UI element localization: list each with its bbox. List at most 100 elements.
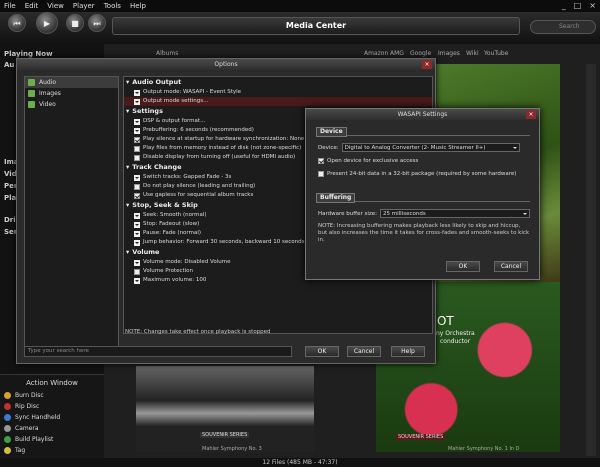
buffer-row: Hardware buffer size: 25 milliseconds [318,209,530,218]
collapse-icon[interactable]: ▾ [126,106,129,117]
tab-youtube[interactable]: YouTube [484,50,508,57]
setting-checkbox[interactable] [134,183,140,190]
stop-icon[interactable]: ■ [66,14,84,32]
close-icon[interactable]: × [589,0,596,12]
album-series-label: SOUVENIR SERIES [200,432,250,438]
setting-checkbox[interactable] [134,154,140,161]
app-title: Media Center [112,17,520,35]
dropdown-icon[interactable] [134,277,140,284]
maximize-icon[interactable]: □ [574,0,582,12]
window-controls: _ □ × [562,0,596,12]
nav-audio[interactable]: Au [4,61,14,69]
setting-checkbox[interactable] [134,136,140,143]
dropdown-icon[interactable] [134,221,140,228]
collapse-icon[interactable]: ▾ [126,162,129,173]
dropdown-icon[interactable] [134,127,140,134]
next-icon[interactable]: ⏭ [88,14,106,32]
device-select[interactable]: Digital to Analog Converter (2- Music St… [341,143,520,152]
buffering-group: Buffering [316,193,530,203]
ok-button[interactable]: OK [305,346,339,357]
tab-amg[interactable]: AMG [390,50,404,57]
action-tag[interactable]: Tag [0,445,104,456]
wasapi-dialog: WASAPI Settings × Device Device: Digital… [305,108,540,280]
tab-amazon[interactable]: Amazon [364,50,388,57]
options-search-input[interactable]: Type your search here [24,346,292,357]
images-icon [28,90,35,97]
exclusive-checkbox[interactable] [318,158,324,164]
album-cover[interactable]: SOUVENIR SERIES Mahler Symphony No. 3 [136,366,314,452]
action-sync-handheld[interactable]: Sync Handheld [0,412,104,423]
nav-drives[interactable]: Dri [4,216,16,224]
setting-row[interactable]: Output mode: WASAPI - Event Style [124,88,432,97]
device-row: Device: Digital to Analog Converter (2- … [318,143,520,152]
menu-edit[interactable]: Edit [25,0,39,12]
minimize-icon[interactable]: _ [562,0,566,12]
action-burn-disc[interactable]: Burn Disc [0,390,104,401]
tab-wiki[interactable]: Wiki [466,50,479,57]
category-video[interactable]: Video [25,99,118,110]
setting-checkbox[interactable] [134,192,140,199]
close-icon[interactable]: × [422,60,432,69]
action-window-title: Action Window [26,379,78,387]
help-button[interactable]: Help [391,346,425,357]
action-camera[interactable]: Camera [0,423,104,434]
setting-checkbox[interactable] [134,268,140,275]
dropdown-icon[interactable] [134,89,140,96]
previous-icon[interactable]: ⏮ [8,14,26,32]
collapse-icon[interactable]: ▾ [126,247,129,258]
buffer-select[interactable]: 25 milliseconds [379,209,530,218]
menu-bar: File Edit View Player Tools Help [0,0,600,12]
collapse-icon[interactable]: ▾ [126,200,129,211]
section-header[interactable]: ▾ Audio Output [124,77,432,88]
collapse-icon[interactable]: ▾ [126,77,129,88]
cancel-button[interactable]: Cancel [347,346,381,357]
nav-playlists[interactable]: Pla [4,194,16,202]
album-series-label: SOUVENIR SERIES [396,434,446,440]
device-group: Device [316,127,530,137]
nav-playing-now[interactable]: Playing Now [4,50,53,58]
menu-player[interactable]: Player [73,0,95,12]
album-caption: Mahler Symphony No. 3 [202,446,262,452]
tab-google[interactable]: Google [410,50,431,57]
dropdown-icon[interactable] [134,174,140,181]
album-conductor-text: conductor [440,338,471,345]
tab-albums[interactable]: Albums [156,50,178,57]
action-build-playlist[interactable]: Build Playlist [0,434,104,445]
setting-row[interactable]: Output mode settings... [124,97,432,106]
options-category-list: Audio Images Video [24,76,119,350]
menu-file[interactable]: File [4,0,16,12]
dropdown-icon[interactable] [134,230,140,237]
options-note: NOTE: Changes take effect once playback … [125,329,271,335]
ok-button[interactable]: OK [446,261,480,272]
album-caption: Mahler Symphony No. 1 In D [448,446,520,452]
dropdown-icon[interactable] [134,212,140,219]
menu-tools[interactable]: Tools [104,0,121,12]
menu-help[interactable]: Help [130,0,146,12]
tab-images[interactable]: Images [438,50,460,57]
burn-disc-icon [4,392,11,399]
present24-row[interactable]: Present 24-bit data in a 32-bit package … [318,171,516,177]
action-window: Action Window Burn Disc Rip Disc Sync Ha… [0,374,104,460]
dropdown-icon[interactable] [134,259,140,266]
menu-view[interactable]: View [47,0,64,12]
search-input[interactable]: Search [530,20,596,34]
setting-checkbox[interactable] [134,145,140,152]
category-audio[interactable]: Audio [25,77,118,88]
dropdown-icon[interactable] [134,239,140,246]
exclusive-row[interactable]: Open device for exclusive access [318,158,418,164]
rip-disc-icon [4,403,11,410]
play-icon[interactable]: ▶ [36,12,58,34]
nav-video[interactable]: Vid [4,170,17,178]
wasapi-title: WASAPI Settings [306,109,539,120]
cancel-button[interactable]: Cancel [494,261,528,272]
category-images[interactable]: Images [25,88,118,99]
dropdown-icon[interactable] [134,98,140,105]
sync-icon [4,414,11,421]
album-orchestra-text: ny Orchestra [436,330,475,337]
main-scrollbar[interactable] [586,64,596,456]
action-rip-disc[interactable]: Rip Disc [0,401,104,412]
present24-checkbox[interactable] [318,171,324,177]
dropdown-icon[interactable] [134,118,140,125]
close-icon[interactable]: × [526,110,536,119]
audio-icon [28,79,35,86]
